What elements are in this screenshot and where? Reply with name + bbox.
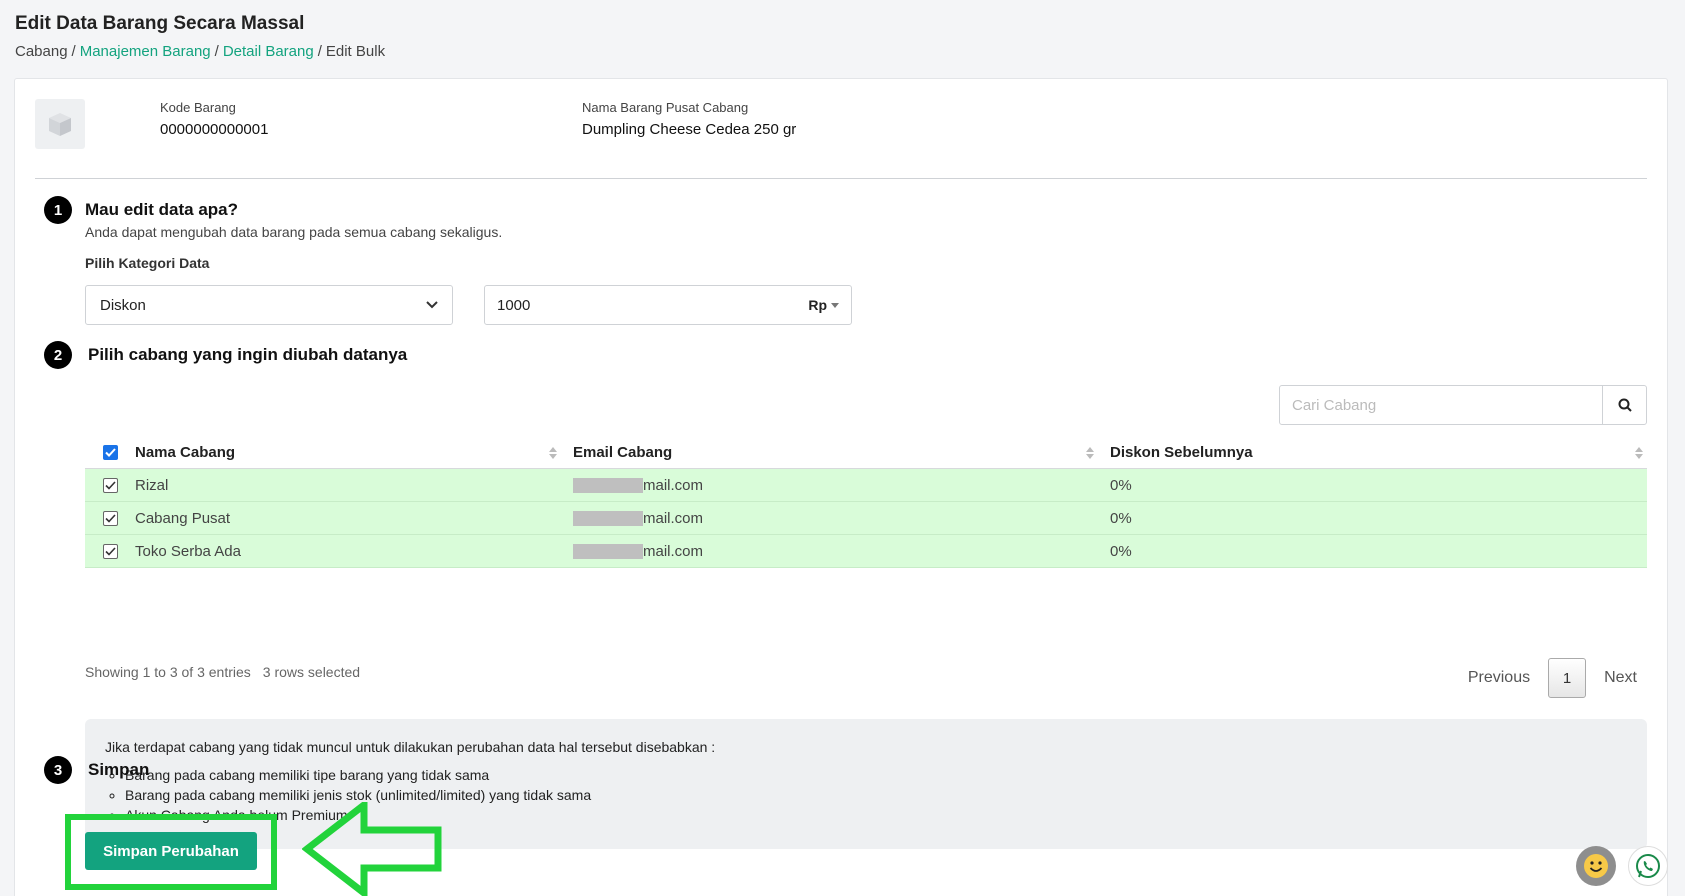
check-icon — [104, 513, 116, 523]
branch-table: Nama Cabang Email Cabang Diskon Sebelumn… — [85, 437, 1647, 568]
category-value: Diskon — [100, 296, 146, 314]
product-code-value: 0000000000001 — [160, 121, 269, 138]
branch-email: mail.com — [565, 510, 1102, 527]
entries-count: Showing 1 to 3 of 3 entries — [85, 664, 251, 680]
select-all-checkbox[interactable] — [102, 445, 118, 460]
currency-dropdown[interactable]: Rp — [808, 297, 839, 313]
check-icon — [104, 480, 116, 490]
sort-icon — [549, 446, 557, 459]
branch-name: Toko Serba Ada — [135, 542, 241, 560]
step-3-badge: 3 — [44, 756, 72, 784]
row-checkbox[interactable] — [102, 510, 118, 526]
check-icon — [104, 546, 116, 556]
note-item: Barang pada cabang memiliki jenis stok (… — [125, 787, 1627, 803]
column-email-cabang[interactable]: Email Cabang — [565, 444, 1102, 461]
breadcrumb-edit-bulk: Edit Bulk — [325, 43, 386, 60]
redacted-block — [573, 478, 643, 494]
breadcrumb: Cabang / Manajemen Barang / Detail Barang / Ed… — [15, 43, 386, 60]
search-input[interactable] — [1280, 386, 1602, 424]
smiley-icon — [1584, 854, 1608, 878]
currency-label: Rp — [808, 297, 827, 313]
search-button[interactable] — [1602, 386, 1646, 424]
previous-discount: 0% — [1110, 509, 1132, 527]
branch-search — [1279, 385, 1647, 425]
selected-count: 3 rows selected — [262, 664, 361, 680]
table-row[interactable]: Toko Serba Ada mail.com 0% — [85, 535, 1647, 568]
table-header: Nama Cabang Email Cabang Diskon Sebelumn… — [85, 437, 1647, 469]
whatsapp-button[interactable] — [1628, 846, 1668, 886]
chevron-down-icon — [426, 301, 438, 309]
check-icon — [104, 448, 116, 457]
whatsapp-icon — [1636, 854, 1660, 878]
note-item: Barang pada cabang memiliki tipe barang … — [125, 767, 1627, 783]
sort-icon — [1635, 446, 1643, 459]
sort-icon — [1086, 446, 1094, 459]
search-icon — [1618, 398, 1632, 412]
redacted-block — [573, 544, 643, 560]
product-name-label: Nama Barang Pusat Cabang — [582, 100, 749, 115]
box-icon — [49, 113, 71, 136]
product-code-label: Kode Barang — [160, 100, 236, 115]
step-2-badge: 2 — [44, 341, 72, 369]
page-title: Edit Data Barang Secara Massal — [15, 13, 305, 34]
table-row[interactable]: Rizal mail.com 0% — [85, 469, 1647, 502]
product-image — [35, 99, 85, 149]
save-changes-button[interactable]: Simpan Perubahan — [85, 832, 257, 870]
redacted-block — [573, 511, 643, 527]
main-card: Kode Barang 0000000000001 Nama Barang Pu… — [14, 78, 1668, 896]
amount-input[interactable]: 1000 Rp — [484, 285, 852, 325]
branch-email: mail.com — [565, 543, 1102, 560]
pagination-next[interactable]: Next — [1604, 669, 1637, 687]
product-code-block: Kode Barang 0000000000001 — [160, 100, 268, 138]
breadcrumb-cabang: Cabang — [15, 43, 68, 60]
page-header: Edit Data Barang Secara Massal Cabang / Ma… — [15, 13, 385, 60]
step-1-subtitle: Anda dapat mengubah data barang pada sem… — [85, 224, 503, 240]
previous-discount: 0% — [1110, 476, 1132, 494]
product-name-block: Nama Barang Pusat Cabang Dumpling Cheese… — [582, 100, 796, 138]
pointer-arrow-icon — [302, 802, 442, 896]
branch-name: Cabang Pusat — [135, 509, 231, 527]
category-select[interactable]: Diskon — [85, 285, 453, 325]
divider — [35, 178, 1647, 179]
pagination-page-1[interactable]: 1 — [1548, 658, 1587, 698]
branch-email: mail.com — [565, 477, 1102, 494]
amount-value: 1000 — [497, 296, 531, 314]
category-label: Pilih Kategori Data — [85, 255, 210, 271]
row-checkbox[interactable] — [102, 477, 118, 493]
pagination-previous[interactable]: Previous — [1468, 669, 1530, 687]
pagination: Previous 1 Next — [1468, 658, 1637, 698]
product-name-value: Dumpling Cheese Cedea 250 gr — [582, 121, 797, 138]
step-3-title: Simpan — [88, 760, 150, 779]
branch-name: Rizal — [135, 476, 169, 494]
entries-info: Showing 1 to 3 of 3 entries 3 rows select… — [85, 664, 360, 680]
step-1-title: Mau edit data apa? — [85, 200, 239, 219]
column-diskon-sebelumnya[interactable]: Diskon Sebelumnya — [1102, 444, 1647, 461]
previous-discount: 0% — [1110, 542, 1132, 560]
table-row[interactable]: Cabang Pusat mail.com 0% — [85, 502, 1647, 535]
step-2-title: Pilih cabang yang ingin diubah datanya — [88, 345, 408, 364]
feedback-button[interactable] — [1576, 846, 1616, 886]
column-nama-cabang[interactable]: Nama Cabang — [135, 444, 565, 461]
row-checkbox[interactable] — [102, 543, 118, 559]
step-1-badge: 1 — [44, 196, 72, 224]
note-intro: Jika terdapat cabang yang tidak muncul u… — [105, 739, 716, 755]
breadcrumb-detail-barang[interactable]: Detail Barang — [223, 43, 314, 60]
caret-down-icon — [831, 302, 839, 308]
breadcrumb-manajemen-barang[interactable]: Manajemen Barang — [80, 43, 211, 60]
